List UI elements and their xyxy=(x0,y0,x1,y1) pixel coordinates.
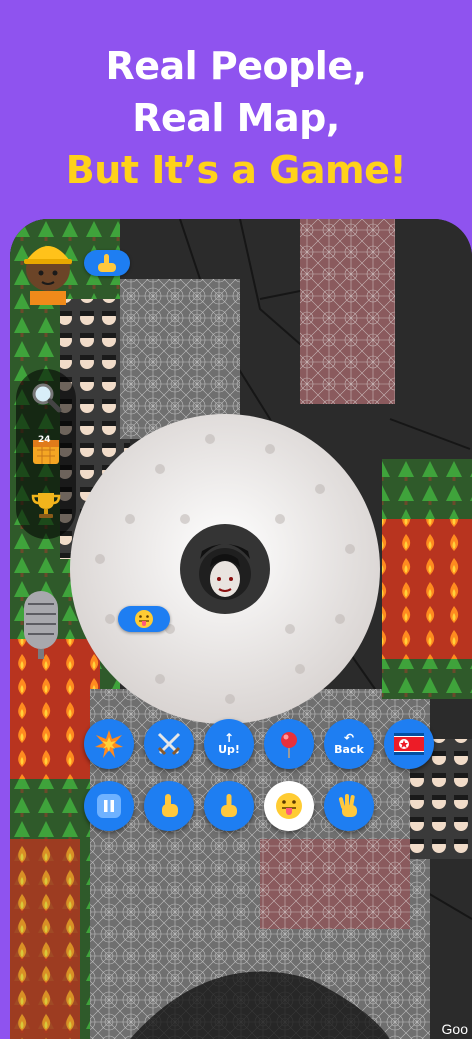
tongue-face-icon xyxy=(276,793,302,819)
waving-hand-icon xyxy=(338,794,357,817)
wave-button[interactable] xyxy=(324,781,374,831)
worker-avatar[interactable] xyxy=(24,246,72,305)
pause-icon xyxy=(97,794,121,818)
attack-button[interactable] xyxy=(144,719,194,769)
emoji-bubble-top[interactable] xyxy=(84,250,130,276)
middle-finger-icon xyxy=(221,794,237,817)
pin-button[interactable] xyxy=(264,719,314,769)
calendar-day-badge: 24 xyxy=(38,435,51,445)
emoji-bubble-mid[interactable] xyxy=(118,606,170,632)
middle-finger-button[interactable] xyxy=(204,781,254,831)
search-button[interactable] xyxy=(26,377,66,417)
point-button[interactable] xyxy=(144,781,194,831)
up-button-label: Up! xyxy=(218,743,240,756)
pushpin-icon xyxy=(281,732,297,758)
side-panel: 24 xyxy=(16,369,76,539)
back-button-label: Back xyxy=(334,743,364,756)
back-button[interactable]: ↶ Back xyxy=(324,719,374,769)
crossed-swords-icon xyxy=(157,732,181,756)
up-button[interactable]: ↑ Up! xyxy=(204,719,254,769)
phone-screen: 24 ↑ Up! ↶ Back Goo xyxy=(10,219,472,1039)
pause-button[interactable] xyxy=(84,781,134,831)
headline-line-3: But It’s a Game! xyxy=(65,148,407,192)
leaderboard-button[interactable] xyxy=(26,485,66,525)
explode-button[interactable] xyxy=(84,719,134,769)
flag-button[interactable] xyxy=(384,719,434,769)
calendar-button[interactable]: 24 xyxy=(26,431,66,471)
magnifier-icon xyxy=(32,383,62,413)
explosion-icon xyxy=(95,730,123,758)
middle-finger-icon xyxy=(98,254,116,272)
pointing-hand-icon xyxy=(162,794,178,817)
headline-line-2: Real Map, xyxy=(132,96,340,140)
map-attribution: Goo xyxy=(441,1021,468,1037)
game-map[interactable] xyxy=(10,219,472,1039)
north-korea-flag-icon xyxy=(394,733,424,755)
tongue-face-button[interactable] xyxy=(264,781,314,831)
tongue-face-icon xyxy=(135,610,153,628)
trophy-icon xyxy=(31,493,61,518)
headline-line-1: Real People, xyxy=(105,44,367,88)
headline: Real People, Real Map, But It’s a Game! xyxy=(0,40,472,196)
